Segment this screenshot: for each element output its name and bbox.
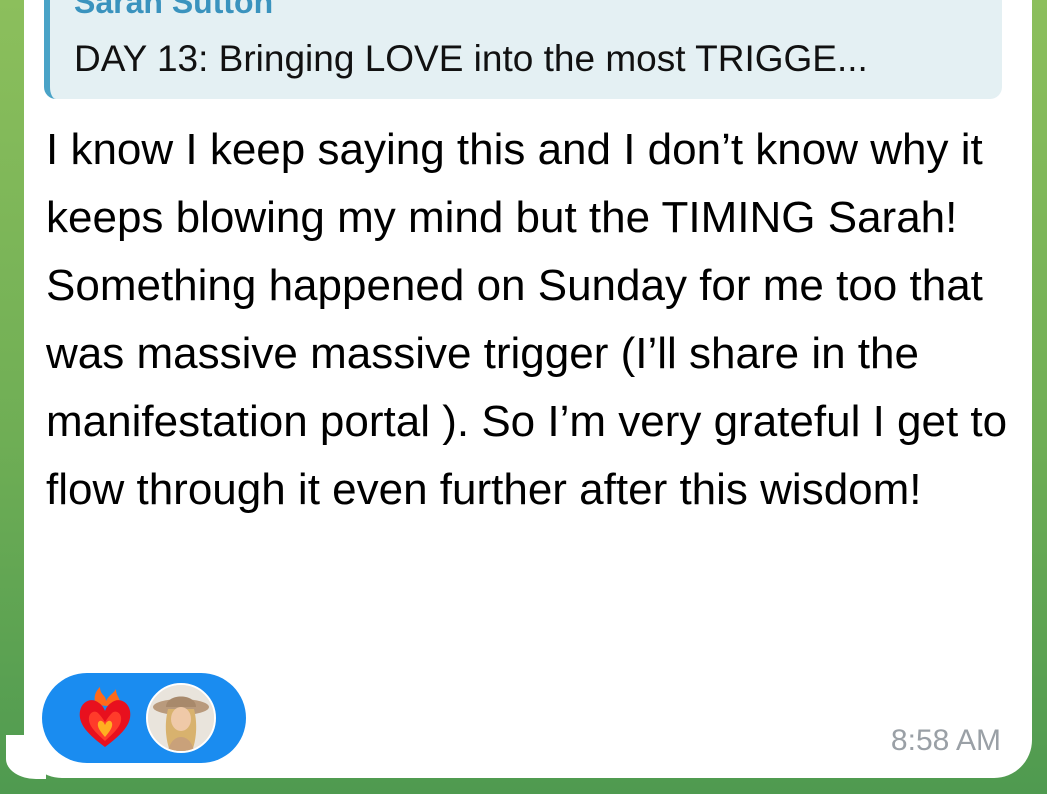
- reply-preview-text: DAY 13: Bringing LOVE into the most TRIG…: [74, 38, 868, 79]
- message-text: I know I keep saying this and I don’t kn…: [46, 125, 1008, 514]
- user-avatar: [148, 685, 214, 751]
- message-timestamp: 8:58 AM: [890, 724, 1001, 757]
- heart-on-fire-icon: [79, 687, 131, 747]
- reply-preview[interactable]: Sarah Sutton DAY 13: Bringing LOVE into …: [44, 0, 1002, 99]
- reactor-avatar[interactable]: [146, 683, 216, 753]
- reaction-pill[interactable]: [42, 673, 246, 763]
- reply-sender-name: Sarah Sutton: [74, 0, 274, 20]
- bubble-tail: [6, 735, 46, 779]
